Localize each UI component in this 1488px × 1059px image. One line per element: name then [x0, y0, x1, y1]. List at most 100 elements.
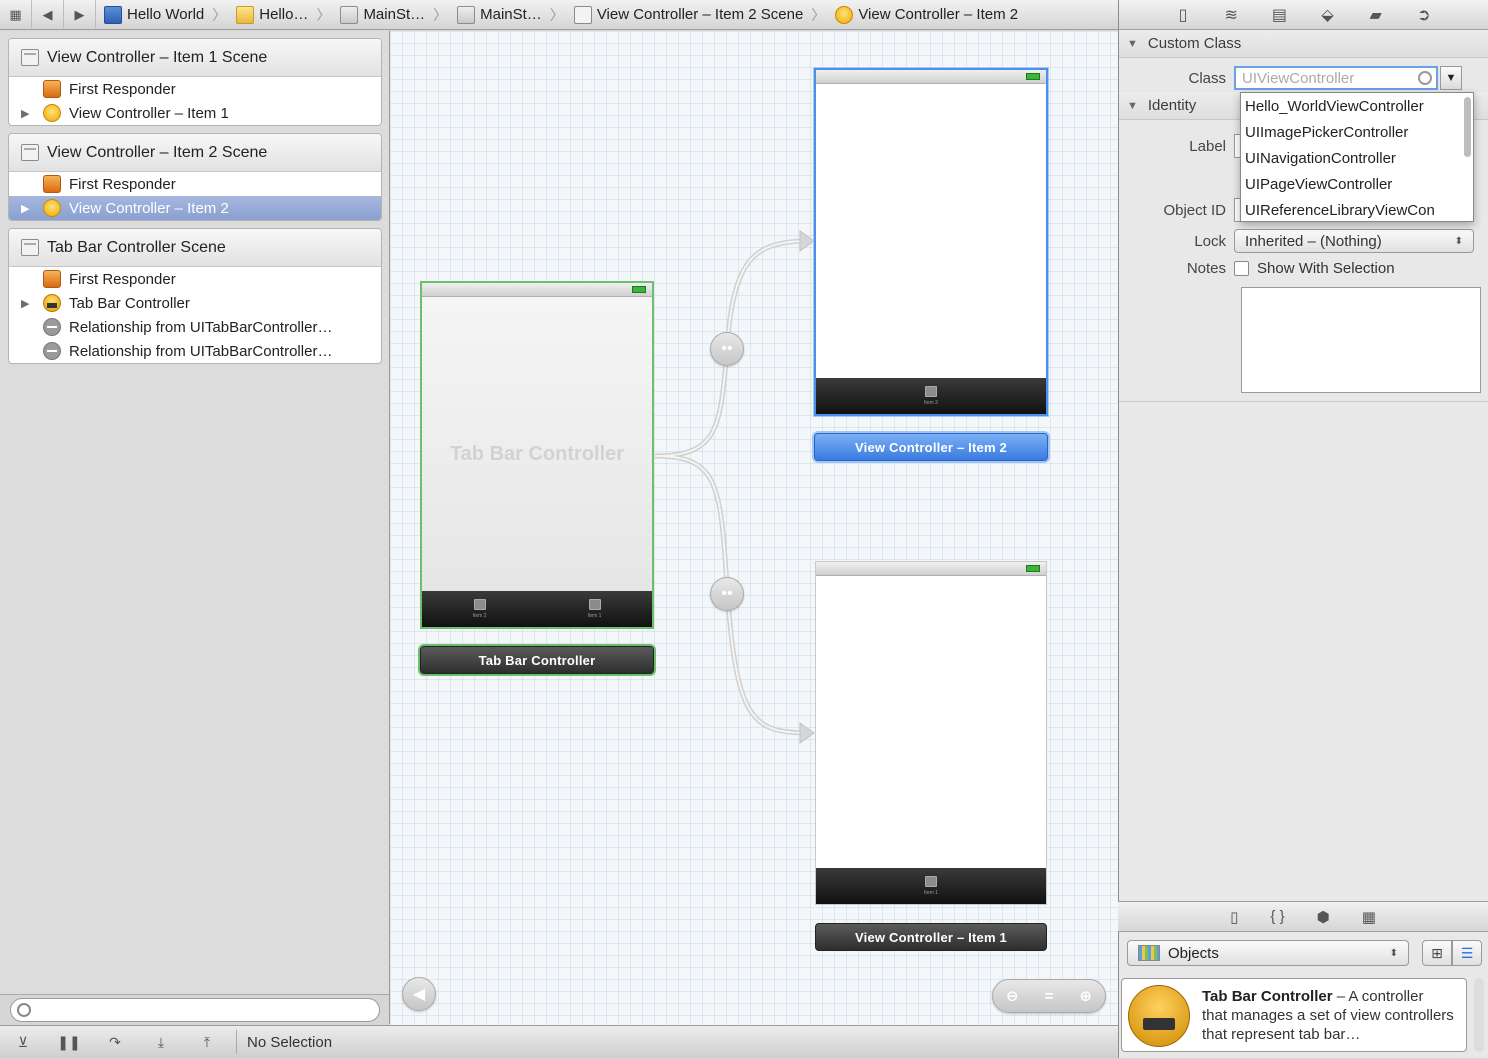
class-dropdown-button[interactable]: ▼ [1440, 66, 1462, 90]
outline-row-first-responder[interactable]: First Responder [9, 172, 381, 196]
step-into-icon[interactable]: ⤓ [138, 1026, 184, 1059]
popup-arrows-icon: ⬍ [1454, 235, 1463, 247]
crumb-storyboard-localized[interactable]: MainSt… [449, 0, 548, 29]
zoom-fit-icon[interactable]: = [1045, 988, 1054, 1005]
identity-inspector-icon[interactable]: ▤ [1268, 5, 1290, 25]
scene-label-view-controller-item2[interactable]: View Controller – Item 2 [814, 433, 1048, 461]
scene-header[interactable]: View Controller – Item 1 Scene [9, 39, 381, 77]
tab-bar-item[interactable]: Item 1 [588, 599, 601, 619]
connections-inspector-icon[interactable]: ➲ [1413, 5, 1435, 25]
attributes-inspector-icon[interactable]: ⬙ [1317, 5, 1339, 25]
outline-row-tab-bar-controller[interactable]: ▶ Tab Bar Controller [9, 291, 381, 315]
crumb-storyboard[interactable]: MainSt… [332, 0, 431, 29]
related-items-icon[interactable]: ▦ [0, 0, 32, 29]
scene-label-tab-bar-controller[interactable]: Tab Bar Controller [420, 646, 654, 674]
dropdown-option[interactable]: UIReferenceLibraryViewCon [1241, 197, 1473, 221]
section-disclosure-icon[interactable]: ▼ [1127, 100, 1138, 112]
first-responder-icon [43, 175, 61, 193]
crumb-separator: 〉 [212, 6, 227, 23]
dropdown-scrollbar[interactable] [1464, 97, 1471, 157]
view-controller-item2-scene[interactable]: Item 2 [814, 68, 1048, 416]
section-disclosure-icon[interactable]: ▼ [1127, 38, 1138, 50]
file-inspector-icon[interactable]: ▯ [1172, 5, 1194, 25]
relationship-icon [43, 342, 61, 360]
hide-outline-arrow-icon[interactable]: ◀ [402, 977, 436, 1011]
crumb-project[interactable]: Hello World [96, 0, 210, 29]
outline-row-relationship[interactable]: Relationship from UITabBarController… [9, 339, 381, 363]
back-arrow-icon[interactable]: ◀ [32, 0, 64, 29]
show-with-selection-checkbox[interactable] [1234, 261, 1249, 276]
row-label: First Responder [69, 80, 176, 98]
library-scrollbar[interactable] [1474, 978, 1484, 1052]
tab-bar-item[interactable]: Item 2 [473, 599, 486, 619]
library-filter-popup[interactable]: Objects ⬍ [1127, 940, 1409, 966]
zoom-in-icon[interactable]: ⊕ [1079, 987, 1092, 1005]
lock-label: Lock [1194, 232, 1226, 250]
step-out-icon[interactable]: ⤒ [184, 1026, 230, 1059]
battery-icon [1026, 73, 1040, 80]
lock-row: Lock Inherited – (Nothing) ⬍ [1119, 229, 1488, 253]
dropdown-option[interactable]: UIPageViewController [1241, 171, 1473, 197]
crumb-group[interactable]: Hello… [228, 0, 314, 29]
view-controller-icon [43, 104, 61, 122]
dropdown-option[interactable]: Hello_WorldViewController [1241, 93, 1473, 119]
forward-arrow-icon[interactable]: ▶ [64, 0, 96, 29]
outline-row-relationship[interactable]: Relationship from UITabBarController… [9, 315, 381, 339]
tab-bar: Item 2 [816, 378, 1046, 414]
class-input[interactable]: UIViewController [1234, 66, 1438, 90]
disclosure-triangle-icon[interactable]: ▶ [21, 107, 35, 120]
scene-title: Tab Bar Controller Scene [47, 238, 226, 256]
go-to-class-icon[interactable] [1418, 71, 1432, 85]
file-template-library-icon[interactable]: ▯ [1230, 908, 1238, 926]
notes-textarea[interactable] [1241, 287, 1481, 393]
relationship-segue-icon[interactable]: •• [710, 332, 744, 366]
battery-icon [1026, 565, 1040, 572]
tab-bar-controller-scene[interactable]: Tab Bar Controller Item 2 Item 1 [420, 281, 654, 629]
outline-row-first-responder[interactable]: First Responder [9, 77, 381, 101]
zoom-out-icon[interactable]: ⊖ [1006, 987, 1019, 1005]
outline-filter-input[interactable] [10, 998, 380, 1022]
crumb-label: Hello… [259, 6, 309, 23]
row-label: View Controller – Item 2 [69, 199, 229, 217]
crumb-label: MainSt… [363, 6, 426, 23]
scene-title: View Controller – Item 1 Scene [47, 48, 268, 66]
storyboard-file-icon [457, 5, 476, 24]
outline-row-first-responder[interactable]: First Responder [9, 267, 381, 291]
icon-view-icon[interactable]: ⊞ [1422, 940, 1452, 966]
list-view-icon[interactable]: ☰ [1452, 940, 1482, 966]
disclosure-triangle-icon[interactable]: ▶ [21, 202, 35, 215]
tab-bar-item[interactable]: Item 1 [924, 876, 938, 896]
relationship-segue-icon[interactable]: •• [710, 577, 744, 611]
scene-label-view-controller-item1[interactable]: View Controller – Item 1 [815, 923, 1047, 951]
code-snippet-library-icon[interactable]: { } [1270, 908, 1284, 925]
crumb-scene[interactable]: View Controller – Item 2 Scene [566, 0, 810, 29]
tab-bar-item[interactable]: Item 2 [924, 386, 938, 406]
scene-header[interactable]: View Controller – Item 2 Scene [9, 134, 381, 172]
tab-bar-controller-icon [43, 294, 61, 312]
crumb-label: Hello World [127, 6, 205, 23]
scene-header[interactable]: Tab Bar Controller Scene [9, 229, 381, 267]
pause-icon[interactable]: ❚❚ [46, 1026, 92, 1059]
dropdown-option[interactable]: UIImagePickerController [1241, 119, 1473, 145]
crumb-view-controller[interactable]: View Controller – Item 2 [827, 0, 1024, 29]
outline-row-view-controller-selected[interactable]: ▶ View Controller – Item 2 [9, 196, 381, 220]
size-inspector-icon[interactable]: ▰ [1365, 5, 1387, 25]
notes-label: Notes [1186, 260, 1226, 277]
hide-debug-area-icon[interactable]: ⊻ [0, 1026, 46, 1059]
library-item-tab-bar-controller[interactable]: Tab Bar Controller – A controller that m… [1121, 978, 1467, 1052]
dropdown-option[interactable]: UINavigationController [1241, 145, 1473, 171]
storyboard-canvas[interactable]: •• •• Tab Bar Controller Item 2 Item 1 T… [390, 31, 1118, 1025]
quick-help-icon[interactable]: ≋ [1220, 5, 1242, 25]
view-controller-item1-scene[interactable]: Item 1 [815, 561, 1047, 905]
disclosure-triangle-icon[interactable]: ▶ [21, 297, 35, 310]
step-over-icon[interactable]: ↷ [92, 1026, 138, 1059]
custom-class-section-header[interactable]: ▼ Custom Class [1119, 30, 1488, 58]
object-library-icon[interactable]: ⬢ [1317, 908, 1330, 926]
debug-bar: ⊻ ❚❚ ↷ ⤓ ⤒ No Selection [0, 1025, 1118, 1058]
tab-bar-controller-watermark: Tab Bar Controller [449, 443, 625, 465]
battery-icon [632, 286, 646, 293]
media-library-icon[interactable]: ▦ [1362, 908, 1376, 926]
lock-popup[interactable]: Inherited – (Nothing) ⬍ [1234, 229, 1474, 253]
scene-icon [21, 49, 39, 66]
outline-row-view-controller[interactable]: ▶ View Controller – Item 1 [9, 101, 381, 125]
